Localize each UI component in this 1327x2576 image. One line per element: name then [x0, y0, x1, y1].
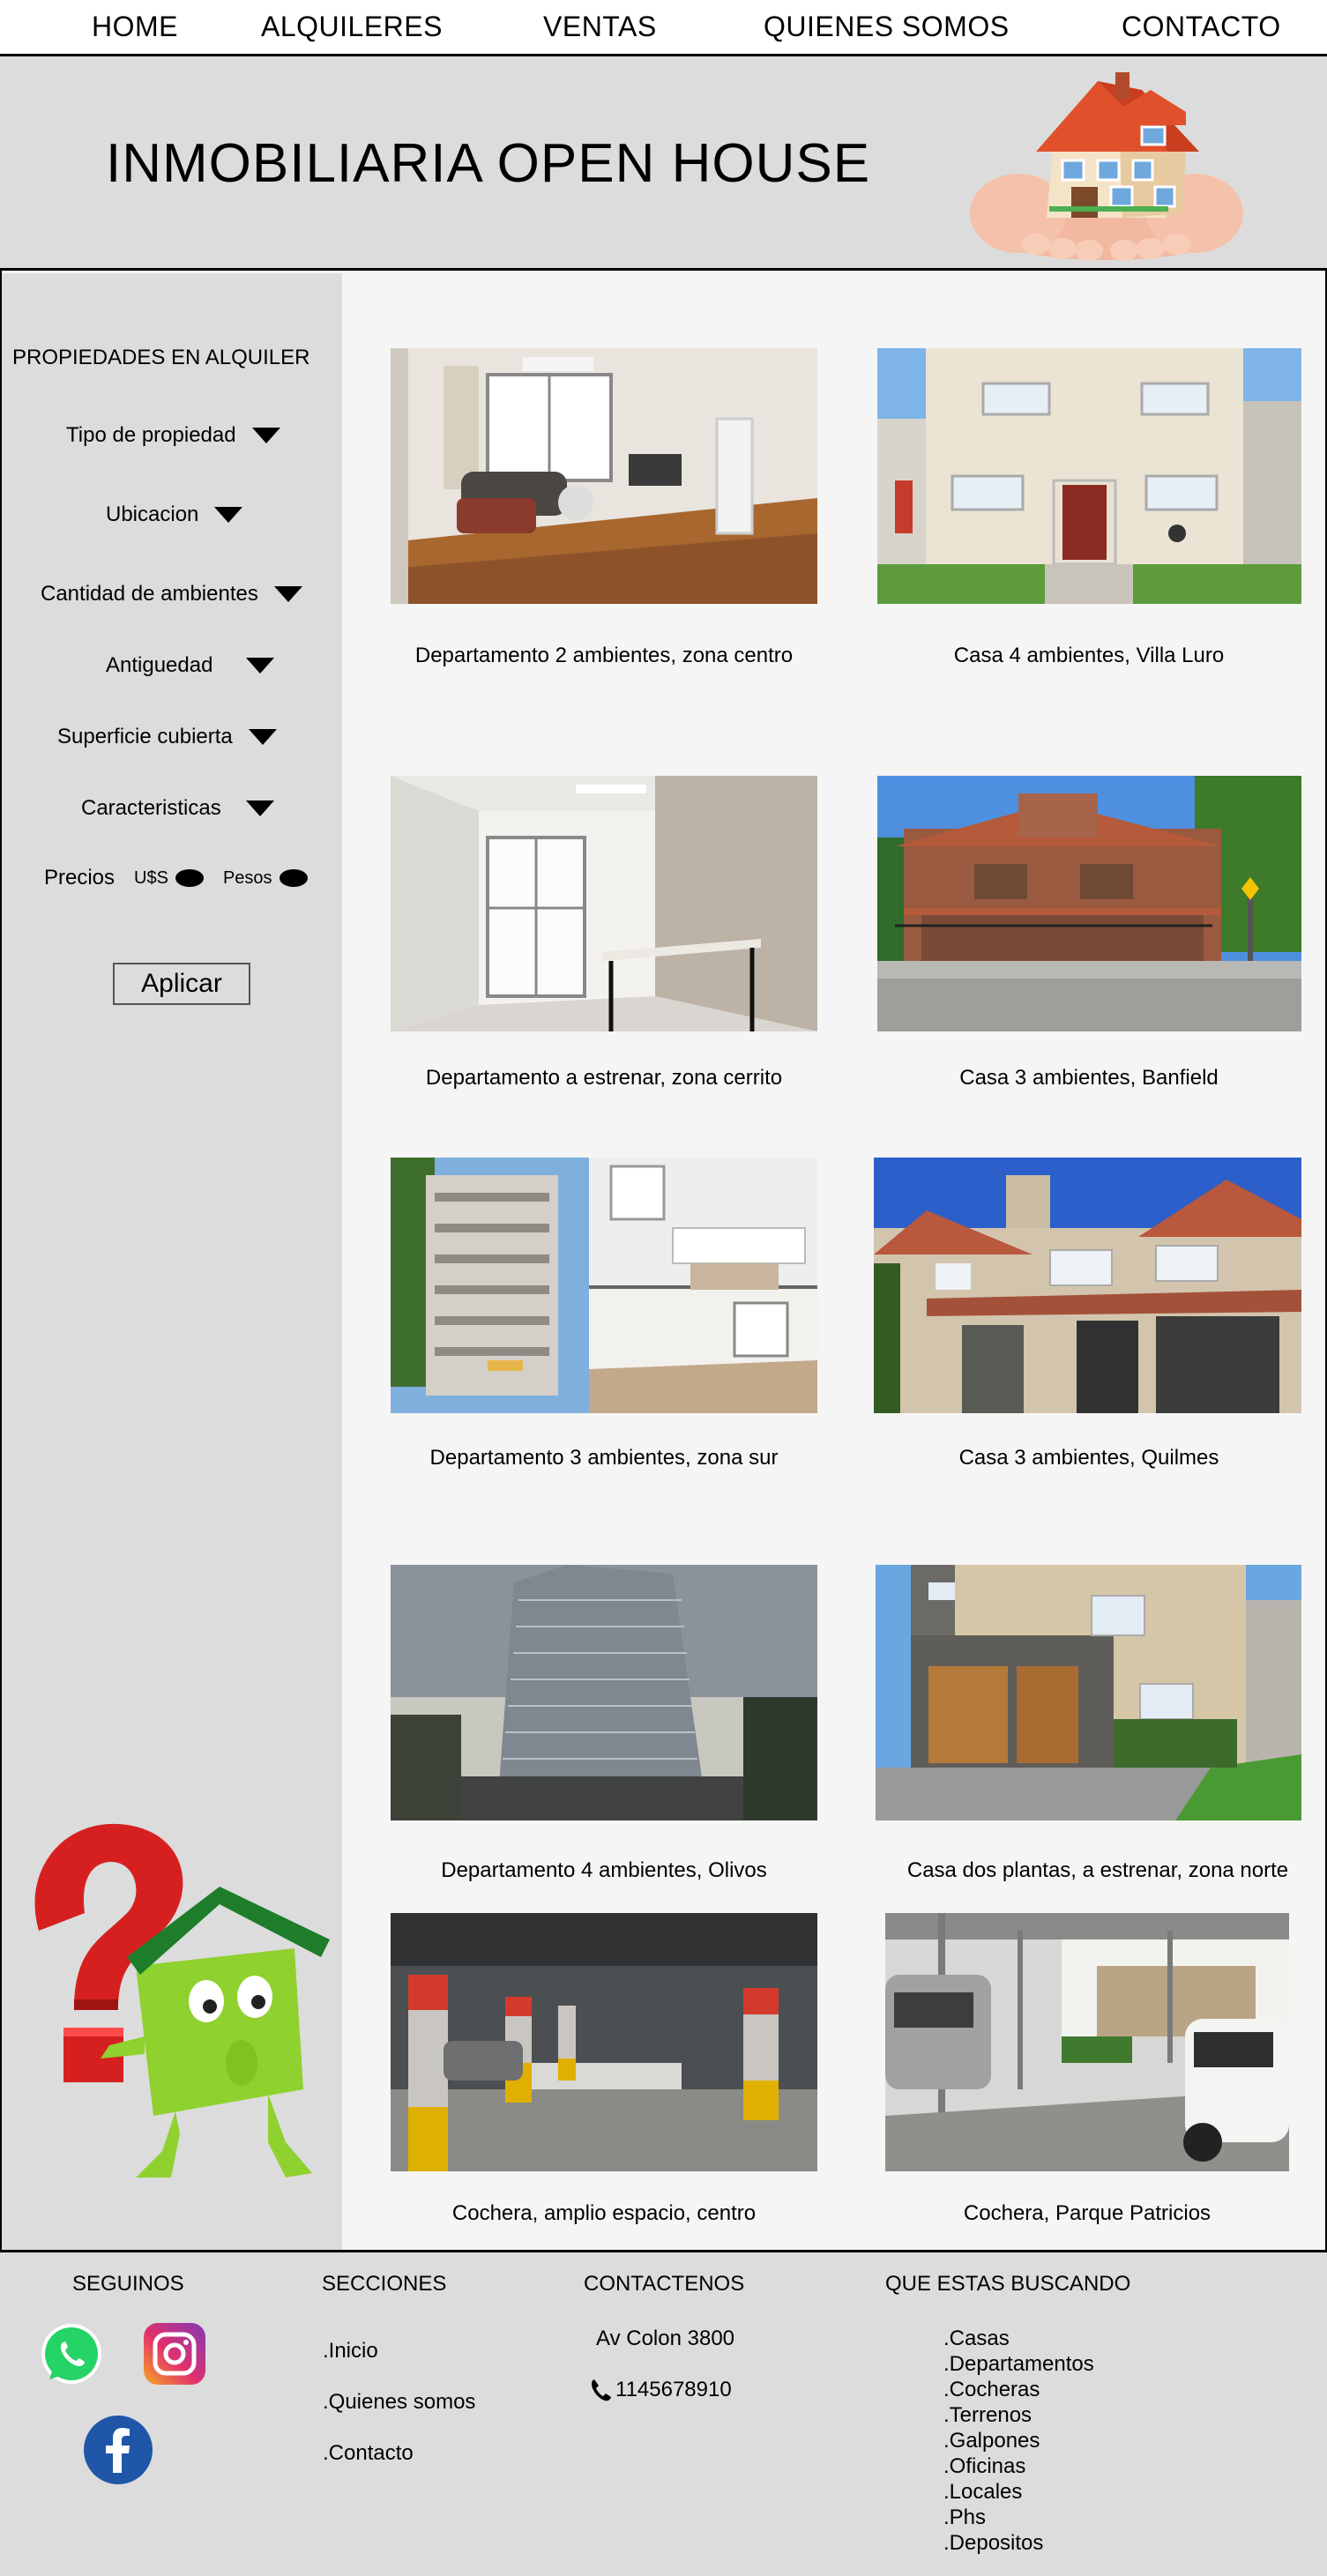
filter-label: Cantidad de ambientes [41, 582, 258, 606]
nav-home-link[interactable]: HOME [92, 11, 178, 43]
brick-house-photo-icon [877, 776, 1301, 1031]
dropdown-arrow-icon[interactable] [245, 800, 274, 816]
top-nav: HOME ALQUILERES VENTAS QUIENES SOMOS CON… [0, 0, 1327, 56]
site-footer: SEGUINOS SECCIONES CONTACTENOS QUE ESTAS… [0, 2250, 1327, 2576]
two-story-house-photo-icon [874, 1158, 1301, 1413]
carport-photo-icon [885, 1913, 1289, 2171]
listing-10-caption[interactable]: Cochera, Parque Patricios [858, 2201, 1316, 2226]
facebook-icon[interactable] [83, 2415, 153, 2485]
nav-quienes-somos-link[interactable]: QUIENES SOMOS [764, 11, 1010, 43]
footer-search-terrenos[interactable]: .Terrenos [943, 2402, 1094, 2428]
footer-que-buscas-heading: QUE ESTAS BUSCANDO [885, 2272, 1131, 2296]
listing-4-photo[interactable] [877, 776, 1301, 1031]
listing-3-photo[interactable] [391, 776, 817, 1031]
dropdown-arrow-icon[interactable] [273, 586, 302, 602]
listing-9-photo[interactable] [391, 1913, 817, 2171]
filter-ubicacion[interactable]: Ubicacion [106, 503, 243, 527]
footer-phone-number[interactable]: 1145678910 [615, 2378, 732, 2402]
listing-5-photo[interactable] [391, 1158, 817, 1413]
listing-7-photo[interactable] [391, 1565, 817, 1820]
filter-label: Tipo de propiedad [66, 423, 236, 447]
parking-garage-photo-icon [391, 1913, 817, 2171]
footer-link-quienes-somos[interactable]: .Quienes somos [323, 2377, 475, 2428]
footer-search-oficinas[interactable]: .Oficinas [943, 2453, 1094, 2479]
filter-label: Caracteristicas [81, 796, 221, 820]
footer-search-galpones[interactable]: .Galpones [943, 2428, 1094, 2453]
apply-filters-button[interactable]: Aplicar [113, 963, 250, 1005]
listing-2-photo[interactable] [877, 348, 1301, 604]
nav-alquileres-link[interactable]: ALQUILERES [261, 11, 443, 43]
filter-antiguedad[interactable]: Antiguedad [106, 653, 275, 678]
phone-icon [591, 2379, 611, 2401]
site-header: INMOBILIARIA OPEN HOUSE [0, 56, 1327, 271]
listing-6-caption[interactable]: Casa 3 ambientes, Quilmes [860, 1446, 1318, 1470]
listing-2-caption[interactable]: Casa 4 ambientes, Villa Luro [860, 644, 1318, 668]
filter-cantidad-ambientes[interactable]: Cantidad de ambientes [41, 582, 302, 607]
footer-search-list: .Casas .Departamentos .Cocheras .Terreno… [943, 2326, 1094, 2556]
footer-seguinos-heading: SEGUINOS [72, 2272, 184, 2296]
radio-usd[interactable] [175, 869, 204, 887]
currency-pesos-option[interactable]: Pesos [223, 868, 308, 889]
filter-label: Antiguedad [106, 653, 213, 677]
nav-contacto-link[interactable]: CONTACTO [1122, 11, 1281, 43]
listing-1-caption[interactable]: Departamento 2 ambientes, zona centro [375, 644, 833, 668]
filter-caracteristicas[interactable]: Caracteristicas [81, 796, 274, 821]
apartment-living-room-photo-icon [391, 348, 817, 604]
footer-secciones-heading: SECCIONES [322, 2272, 447, 2296]
footer-search-departamentos[interactable]: .Departamentos [943, 2351, 1094, 2377]
footer-search-depositos[interactable]: .Depositos [943, 2530, 1094, 2556]
listing-5-caption[interactable]: Departamento 3 ambientes, zona sur [375, 1446, 833, 1470]
site-title: INMOBILIARIA OPEN HOUSE [106, 133, 871, 194]
footer-link-contacto[interactable]: .Contacto [323, 2428, 475, 2479]
prices-label: Precios [44, 866, 116, 890]
footer-search-casas[interactable]: .Casas [943, 2326, 1094, 2351]
dropdown-arrow-icon[interactable] [251, 428, 280, 443]
footer-link-inicio[interactable]: .Inicio [323, 2326, 475, 2377]
whatsapp-icon[interactable] [39, 2321, 104, 2386]
footer-address: Av Colon 3800 [596, 2327, 735, 2350]
empty-apartment-photo-icon [391, 776, 817, 1031]
listing-7-caption[interactable]: Departamento 4 ambientes, Olivos [375, 1858, 833, 1883]
footer-sections-list: .Inicio .Quienes somos .Contacto [323, 2326, 475, 2479]
listing-3-caption[interactable]: Departamento a estrenar, zona cerrito [375, 1066, 833, 1091]
listing-4-caption[interactable]: Casa 3 ambientes, Banfield [860, 1066, 1318, 1091]
footer-contactenos-heading: CONTACTENOS [584, 2272, 745, 2296]
listing-10-photo[interactable] [885, 1913, 1289, 2171]
sidebar-title: PROPIEDADES EN ALQUILER [12, 346, 310, 369]
listing-1-photo[interactable] [391, 348, 817, 604]
modern-house-photo-icon [876, 1565, 1301, 1820]
listing-8-photo[interactable] [876, 1565, 1301, 1820]
question-house-mascot-icon [34, 1823, 330, 2178]
currency-usd-label: U$S [134, 867, 168, 888]
currency-usd-option[interactable]: U$S [134, 868, 204, 889]
dropdown-arrow-icon[interactable] [248, 729, 277, 745]
house-in-hands-logo-icon [970, 72, 1243, 261]
tower-photo-icon [391, 1565, 817, 1820]
currency-pesos-label: Pesos [222, 867, 272, 888]
instagram-icon[interactable] [142, 2321, 207, 2386]
filter-label: Ubicacion [106, 503, 199, 526]
price-currency-selector: Precios U$S Pesos [44, 866, 308, 890]
filter-tipo-propiedad[interactable]: Tipo de propiedad [66, 423, 280, 448]
dropdown-arrow-icon[interactable] [246, 658, 275, 674]
house-facade-photo-icon [877, 348, 1301, 604]
footer-phone[interactable]: 1145678910 [589, 2378, 732, 2402]
footer-search-cocheras[interactable]: .Cocheras [943, 2377, 1094, 2402]
listing-9-caption[interactable]: Cochera, amplio espacio, centro [375, 2201, 833, 2226]
filter-label: Superficie cubierta [57, 725, 233, 748]
listing-6-photo[interactable] [874, 1158, 1301, 1413]
listing-8-caption[interactable]: Casa dos plantas, a estrenar, zona norte [869, 1858, 1327, 1883]
apartment-building-photo-icon [391, 1158, 817, 1413]
dropdown-arrow-icon[interactable] [214, 507, 243, 523]
radio-pesos[interactable] [279, 869, 308, 887]
footer-search-phs[interactable]: .Phs [943, 2505, 1094, 2530]
nav-ventas-link[interactable]: VENTAS [543, 11, 657, 43]
filters-sidebar: PROPIEDADES EN ALQUILER Tipo de propieda… [2, 273, 342, 2250]
filter-superficie-cubierta[interactable]: Superficie cubierta [57, 725, 277, 749]
footer-search-locales[interactable]: .Locales [943, 2479, 1094, 2505]
